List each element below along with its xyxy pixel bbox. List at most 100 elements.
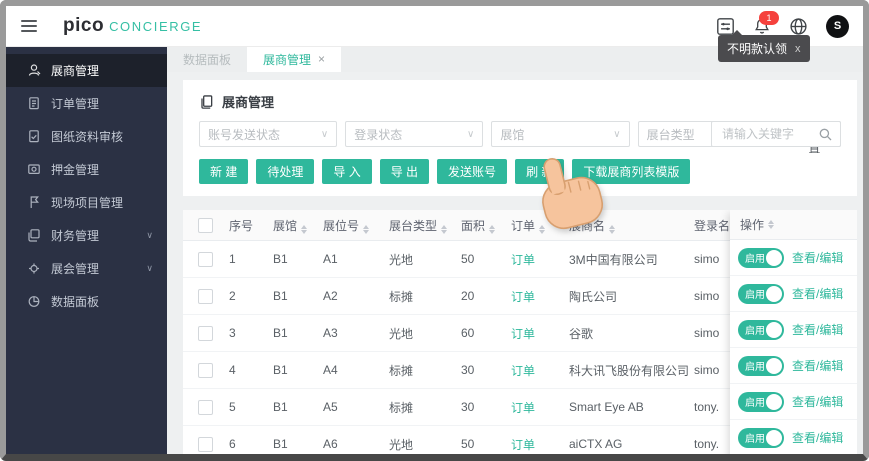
- chevron-down-icon: ∨: [320, 128, 329, 140]
- cell-booth: A6: [323, 437, 338, 451]
- order-link[interactable]: 订单: [511, 325, 569, 342]
- cell-hall: B1: [273, 363, 288, 377]
- column-header-type[interactable]: 展台类型: [389, 217, 461, 234]
- filter-select-login-status[interactable]: 登录状态 ∨: [345, 121, 484, 147]
- cell-booth: A5: [323, 400, 338, 414]
- order-link[interactable]: 订单: [511, 362, 569, 379]
- row-checkbox[interactable]: [198, 325, 213, 341]
- claims-tooltip: 不明款认领 x: [718, 30, 810, 62]
- cell-hall: B1: [273, 437, 288, 451]
- filter-select-account-send-status[interactable]: 账号发送状态 ∨: [199, 121, 338, 147]
- column-header-booth[interactable]: 展位号: [323, 217, 389, 234]
- hamburger-menu-icon[interactable]: [21, 20, 37, 32]
- row-checkbox[interactable]: [198, 362, 213, 378]
- cell-area: 50: [461, 252, 475, 266]
- column-header-company[interactable]: 展商名: [569, 217, 694, 234]
- tab-close-icon[interactable]: ×: [318, 52, 325, 66]
- cell-no: 5: [229, 400, 236, 414]
- chevron-down-icon: ∨: [467, 128, 475, 140]
- pending-button[interactable]: 待处理: [256, 159, 315, 184]
- enable-toggle[interactable]: 启用: [738, 355, 784, 376]
- toggle-knob: [766, 429, 782, 446]
- sidebar-item-label: 展会管理: [51, 262, 100, 276]
- sidebar-item-label: 财务管理: [51, 229, 100, 243]
- filter-row: 账号发送状态∨登录状态∨展馆∨展台类型∨重 置: [199, 121, 842, 155]
- column-header-order[interactable]: 订单: [511, 217, 569, 234]
- filter-select-hall[interactable]: 展馆 ∨: [491, 121, 630, 147]
- column-label: 登录名: [694, 218, 731, 233]
- import-button[interactable]: 导 入: [322, 159, 372, 184]
- send-account-button[interactable]: 发送账号: [437, 159, 508, 184]
- sidebar-item-onsite[interactable]: 现场项目管理: [6, 186, 167, 219]
- column-header-hall[interactable]: 展馆: [273, 217, 323, 234]
- tooltip-close-icon[interactable]: x: [795, 43, 801, 55]
- select-all-checkbox[interactable]: [198, 217, 213, 233]
- sidebar-item-exhibitor[interactable]: 展商管理: [6, 54, 167, 87]
- cell-type: 标摊: [389, 400, 414, 415]
- search-input[interactable]: [720, 126, 819, 142]
- order-link[interactable]: 订单: [511, 436, 569, 453]
- enable-toggle[interactable]: 启用: [738, 283, 784, 304]
- cell-hall: B1: [273, 289, 288, 303]
- column-header-no[interactable]: 序号: [229, 217, 273, 234]
- sidebar-item-dashboard[interactable]: 数据面板: [6, 285, 167, 318]
- row-checkbox[interactable]: [198, 436, 213, 452]
- order-link[interactable]: 订单: [511, 288, 569, 305]
- notification-bell-icon[interactable]: 1: [753, 10, 779, 36]
- toggle-label: 启用: [745, 434, 765, 445]
- sidebar-item-deposit[interactable]: 押金管理: [6, 153, 167, 186]
- cell-booth: A1: [323, 252, 338, 266]
- deposit-icon: [27, 162, 41, 177]
- enable-toggle[interactable]: 启用: [738, 427, 784, 448]
- enable-toggle[interactable]: 启用: [738, 319, 784, 340]
- row-checkbox[interactable]: [198, 399, 213, 415]
- view-edit-link[interactable]: 查看/编辑: [792, 249, 843, 266]
- row-checkbox[interactable]: [198, 288, 213, 304]
- cell-booth: A3: [323, 326, 338, 340]
- tooltip-text: 不明款认领: [727, 42, 788, 56]
- search-icon[interactable]: [819, 128, 832, 141]
- column-header-area[interactable]: 面积: [461, 217, 511, 234]
- chevron-down-icon: ∨: [146, 263, 153, 273]
- cell-no: 4: [229, 363, 236, 377]
- sidebar-item-drawings[interactable]: 图纸资料审核: [6, 120, 167, 153]
- sort-icon[interactable]: [768, 220, 775, 229]
- order-link[interactable]: 订单: [511, 399, 569, 416]
- sidebar-item-label: 押金管理: [51, 163, 100, 177]
- sort-icon[interactable]: [441, 224, 448, 234]
- view-edit-link[interactable]: 查看/编辑: [792, 321, 843, 338]
- sort-icon[interactable]: [489, 224, 496, 234]
- sort-icon[interactable]: [363, 224, 370, 234]
- tab-exhibitor-management[interactable]: 展商管理 ×: [247, 46, 342, 72]
- new-button[interactable]: 新 建: [199, 159, 249, 184]
- document-icon: [201, 94, 213, 109]
- sort-icon[interactable]: [301, 224, 308, 234]
- view-edit-link[interactable]: 查看/编辑: [792, 285, 843, 302]
- action-button-row: 新 建待处理导 入导 出发送账号刷 新下载展商列表模版: [199, 159, 841, 184]
- sort-icon[interactable]: [539, 224, 546, 234]
- cell-company: 3M中国有限公司: [569, 252, 658, 267]
- user-avatar[interactable]: S: [826, 14, 849, 38]
- sidebar-item-orders[interactable]: 订单管理: [6, 87, 167, 120]
- tab-dashboard[interactable]: 数据面板: [167, 46, 247, 72]
- keyword-search-box: [711, 121, 841, 147]
- export-button[interactable]: 导 出: [379, 159, 430, 184]
- view-edit-link[interactable]: 查看/编辑: [792, 429, 843, 446]
- cell-company: aiCTX AG: [569, 437, 623, 451]
- cell-area: 60: [461, 326, 475, 340]
- enable-toggle[interactable]: 启用: [738, 247, 784, 268]
- view-edit-link[interactable]: 查看/编辑: [792, 357, 843, 374]
- sidebar-item-expo[interactable]: 展会管理 ∨: [6, 252, 167, 285]
- sort-icon[interactable]: [609, 224, 616, 234]
- sidebar-item-finance[interactable]: 财务管理 ∨: [6, 219, 167, 252]
- language-globe-icon[interactable]: [789, 17, 808, 36]
- download-template-button[interactable]: 下载展商列表模版: [572, 159, 691, 184]
- operation-cell: 启用 查看/编辑: [730, 348, 857, 384]
- row-checkbox[interactable]: [198, 251, 213, 267]
- view-edit-link[interactable]: 查看/编辑: [792, 393, 843, 410]
- enable-toggle[interactable]: 启用: [738, 391, 784, 412]
- cell-area: 30: [461, 363, 475, 377]
- refresh-button[interactable]: 刷 新: [515, 159, 565, 184]
- column-header-operation[interactable]: 操作: [730, 210, 857, 240]
- order-link[interactable]: 订单: [511, 251, 569, 268]
